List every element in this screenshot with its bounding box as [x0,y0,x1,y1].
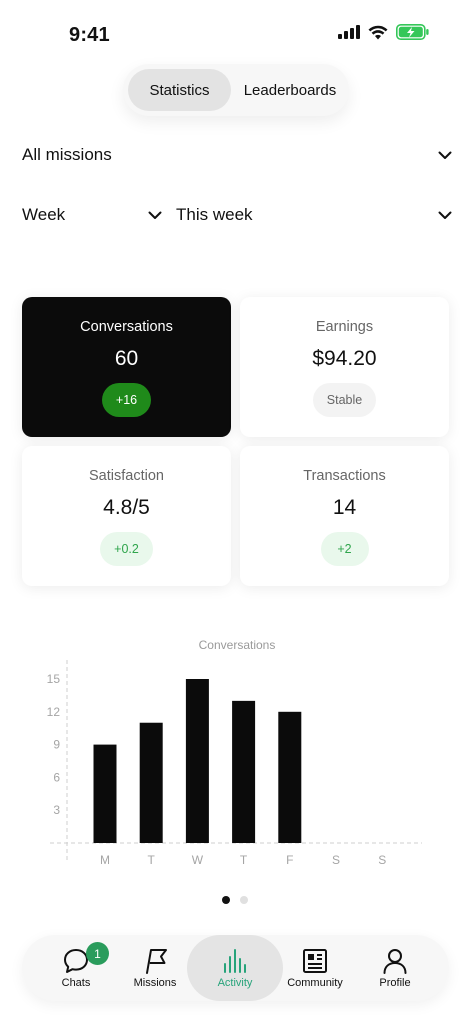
card-value: $94.20 [312,347,377,370]
segmented-control: Statistics Leaderboards [123,64,349,116]
battery-charging-icon [396,24,429,40]
signal-icon [338,25,360,39]
x-tick-label: W [192,853,204,867]
tab-profile[interactable]: Profile [347,935,443,1001]
card-value: 4.8/5 [103,496,150,519]
wifi-icon [368,25,388,39]
satisfaction-card[interactable]: Satisfaction 4.8/5 +0.2 [22,446,231,586]
bar-chart-icon [224,949,246,973]
bar [278,711,302,843]
range-dropdown-value: This week [176,205,253,224]
change-badge: Stable [312,383,377,417]
tab-label: Profile [379,977,411,989]
chevron-down-icon [438,151,452,159]
earnings-card[interactable]: Earnings $94.20 Stable [240,297,449,437]
y-tick-label: 9 [53,738,60,752]
x-tick-label: F [286,853,293,867]
y-tick-label: 15 [47,672,61,686]
unread-badge: 1 [86,942,109,965]
x-tick-label: M [100,853,110,867]
conversations-card[interactable]: Conversations 60 +16 [22,297,231,437]
page-dot[interactable] [240,896,248,904]
flag-icon [146,949,167,974]
tab-label: Community [287,977,343,989]
mission-dropdown[interactable]: All missions [22,140,452,170]
card-label: Earnings [315,319,374,335]
chevron-down-icon [438,211,452,219]
status-bar: 9:41 [0,0,471,64]
change-badge: +2 [320,532,369,566]
transactions-card[interactable]: Transactions 14 +2 [240,446,449,586]
x-tick-label: S [332,853,340,867]
y-tick-label: 3 [53,803,60,817]
page-indicator [222,896,248,904]
x-tick-label: T [240,853,248,867]
period-dropdown[interactable]: Week [22,200,162,230]
tab-statistics[interactable]: Statistics [128,69,231,111]
conversations-chart: Conversations 3 6 9 12 15 M T W T F S S [22,630,452,870]
period-dropdown-value: Week [22,205,66,224]
y-tick-label: 12 [47,705,61,719]
tab-label: Activity [217,977,253,989]
page-dot[interactable] [222,896,230,904]
bottom-tab-bar: Chats 1 Missions Activity Community Prof… [22,935,449,1001]
card-value: 60 [114,347,139,370]
y-tick-label: 6 [53,770,60,784]
tab-label: Missions [133,977,177,989]
card-value: 14 [332,496,357,519]
card-label: Satisfaction [89,468,164,484]
card-label: Transactions [303,468,386,484]
tab-label: Chats [61,977,91,989]
change-badge: +16 [101,383,152,417]
change-badge: +0.2 [100,532,153,566]
card-label: Conversations [80,319,173,335]
chevron-down-icon [148,211,162,219]
x-tick-label: S [378,853,386,867]
status-icons [338,24,429,40]
mission-dropdown-value: All missions [22,145,112,164]
chart-plot: 3 6 9 12 15 M T W T F S S [47,660,422,867]
newspaper-icon [303,949,327,973]
bar [232,700,256,843]
range-dropdown[interactable]: This week [176,200,452,230]
status-time: 9:41 [69,24,110,46]
tab-leaderboards[interactable]: Leaderboards [235,69,345,111]
bar [185,679,209,843]
bar [93,744,117,843]
x-tick-label: T [148,853,156,867]
bar [139,722,163,843]
person-icon [383,949,407,974]
